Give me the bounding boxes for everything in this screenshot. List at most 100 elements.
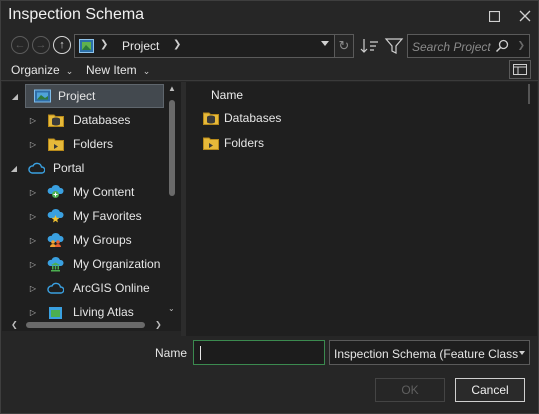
tree-item-my-favorites[interactable]: ▷ My Favorites: [2, 204, 165, 228]
search-icon[interactable]: [495, 39, 509, 53]
filter-button[interactable]: [383, 36, 405, 56]
tree-item-label: Project: [58, 89, 96, 103]
column-header-name[interactable]: Name: [211, 88, 243, 102]
refresh-button[interactable]: ↻: [335, 34, 354, 58]
toolbar: Organize ⌄ New Item ⌄: [1, 60, 538, 81]
organize-menu[interactable]: Organize ⌄: [11, 63, 73, 77]
folder-icon: [202, 135, 219, 152]
favorites-icon: [47, 208, 64, 225]
scrollbar-thumb[interactable]: [26, 322, 145, 328]
sort-icon: [360, 39, 378, 53]
inspection-schema-dialog: Inspection Schema ← → ↑ ❯ Project ❯ ↻ Se…: [0, 0, 539, 414]
tree-item-label: My Groups: [73, 233, 132, 247]
tree-item-project[interactable]: ◢ Project: [12, 84, 164, 108]
collapsed-triangle-icon[interactable]: ▷: [28, 188, 38, 197]
cloud-icon: [28, 160, 45, 177]
tree-item-label: Portal: [53, 161, 85, 175]
chevron-down-icon: ⌄: [65, 66, 74, 76]
list-item-folders[interactable]: Folders: [202, 132, 502, 154]
new-item-label: New Item: [86, 63, 137, 77]
expanded-triangle-icon[interactable]: ◢: [9, 164, 19, 173]
collapsed-triangle-icon[interactable]: ▷: [28, 236, 38, 245]
project-icon: [79, 39, 94, 53]
close-icon: [519, 10, 531, 22]
refresh-icon: ↻: [338, 38, 350, 53]
scroll-down-icon[interactable]: ⌄: [168, 304, 175, 313]
organize-label: Organize: [11, 63, 60, 77]
maximize-button[interactable]: [483, 5, 505, 27]
list-item-label: Folders: [224, 136, 265, 150]
tree-item-label: My Favorites: [73, 209, 142, 223]
search-placeholder: Search Project: [412, 40, 491, 54]
maximize-icon: [488, 10, 500, 22]
item-type-select[interactable]: Inspection Schema (Feature Classes): [329, 340, 530, 365]
details-pane-icon: [513, 64, 527, 75]
contents-pane: Name Databases Folders: [186, 82, 537, 336]
cloud-icon: [47, 280, 64, 297]
arrow-right-circle-icon: →: [35, 38, 47, 51]
filter-icon: [384, 38, 404, 54]
navigation-bar: ← → ↑ ❯ Project ❯ ↻ Search Project ❯: [1, 33, 538, 59]
database-folder-icon: [202, 110, 219, 127]
collapsed-triangle-icon[interactable]: ▷: [28, 116, 38, 125]
living-atlas-icon: [47, 304, 64, 321]
scroll-right-icon[interactable]: ❯: [155, 320, 162, 329]
tree-item-my-organization[interactable]: ▷ My Organization: [2, 252, 165, 276]
scroll-left-icon[interactable]: ❮: [11, 320, 18, 329]
collapsed-triangle-icon[interactable]: ▷: [28, 308, 38, 317]
tree-item-label: Folders: [73, 137, 114, 151]
location-combobox[interactable]: ❯ Project ❯: [74, 34, 335, 58]
tree-item-arcgis-online[interactable]: ▷ ArcGIS Online: [2, 276, 165, 300]
tree-item-my-groups[interactable]: ▷ My Groups: [2, 228, 165, 252]
name-input[interactable]: [193, 340, 325, 365]
dialog-title: Inspection Schema: [8, 6, 145, 23]
organization-icon: [47, 256, 64, 273]
database-folder-icon: [47, 112, 64, 129]
tree-item-portal[interactable]: ◢ Portal: [2, 156, 165, 180]
forward-button[interactable]: →: [32, 36, 50, 54]
title-bar: Inspection Schema: [1, 1, 538, 31]
dropdown-arrow-icon[interactable]: [321, 41, 329, 46]
dropdown-arrow-icon[interactable]: [519, 351, 525, 355]
expanded-triangle-icon[interactable]: ◢: [10, 92, 20, 101]
folder-icon: [47, 136, 64, 153]
close-button[interactable]: [514, 5, 536, 27]
collapsed-triangle-icon[interactable]: ▷: [28, 260, 38, 269]
chevron-down-icon[interactable]: ❯: [517, 40, 525, 51]
collapsed-triangle-icon[interactable]: ▷: [28, 140, 38, 149]
text-cursor: [200, 346, 201, 360]
name-label: Name: [155, 346, 188, 360]
tree-item-label: Living Atlas: [73, 305, 134, 319]
navigation-tree: ◢ Project ▷ Databases ▷ Folders ◢ Portal…: [2, 82, 181, 331]
chevron-down-icon[interactable]: ❯: [100, 39, 108, 50]
groups-icon: [47, 232, 64, 249]
new-item-menu[interactable]: New Item ⌄: [86, 63, 150, 77]
collapsed-triangle-icon[interactable]: ▷: [28, 284, 38, 293]
tree-horizontal-scrollbar[interactable]: ❮ ❯: [2, 319, 180, 331]
tree-item-my-content[interactable]: ▷ My Content: [2, 180, 165, 204]
tree-item-folders[interactable]: ▷ Folders: [2, 132, 165, 156]
tree-item-databases[interactable]: ▷ Databases: [2, 108, 165, 132]
list-item-databases[interactable]: Databases: [202, 107, 502, 129]
search-input[interactable]: Search Project ❯: [407, 34, 530, 58]
tree-vertical-scrollbar[interactable]: ▲ ⌄: [165, 82, 180, 320]
column-divider[interactable]: [528, 84, 530, 104]
cancel-button[interactable]: Cancel: [455, 378, 525, 402]
back-button[interactable]: ←: [11, 36, 29, 54]
arrow-up-circle-icon: ↑: [59, 38, 65, 51]
ok-button[interactable]: OK: [375, 378, 445, 402]
details-pane-button[interactable]: [509, 60, 531, 79]
up-button[interactable]: ↑: [53, 36, 71, 54]
sort-button[interactable]: [359, 36, 381, 56]
project-icon: [34, 88, 51, 105]
location-text: Project: [122, 39, 160, 53]
scrollbar-thumb[interactable]: [169, 100, 175, 196]
item-type-value: Inspection Schema (Feature Classes): [334, 347, 518, 361]
list-item-label: Databases: [224, 111, 282, 125]
chevron-down-icon[interactable]: ❯: [173, 39, 181, 50]
my-content-icon: [47, 184, 64, 201]
collapsed-triangle-icon[interactable]: ▷: [28, 212, 38, 221]
tree-item-label: My Organization: [73, 257, 161, 271]
scroll-up-icon[interactable]: ▲: [168, 84, 176, 93]
tree-item-label: My Content: [73, 185, 135, 199]
